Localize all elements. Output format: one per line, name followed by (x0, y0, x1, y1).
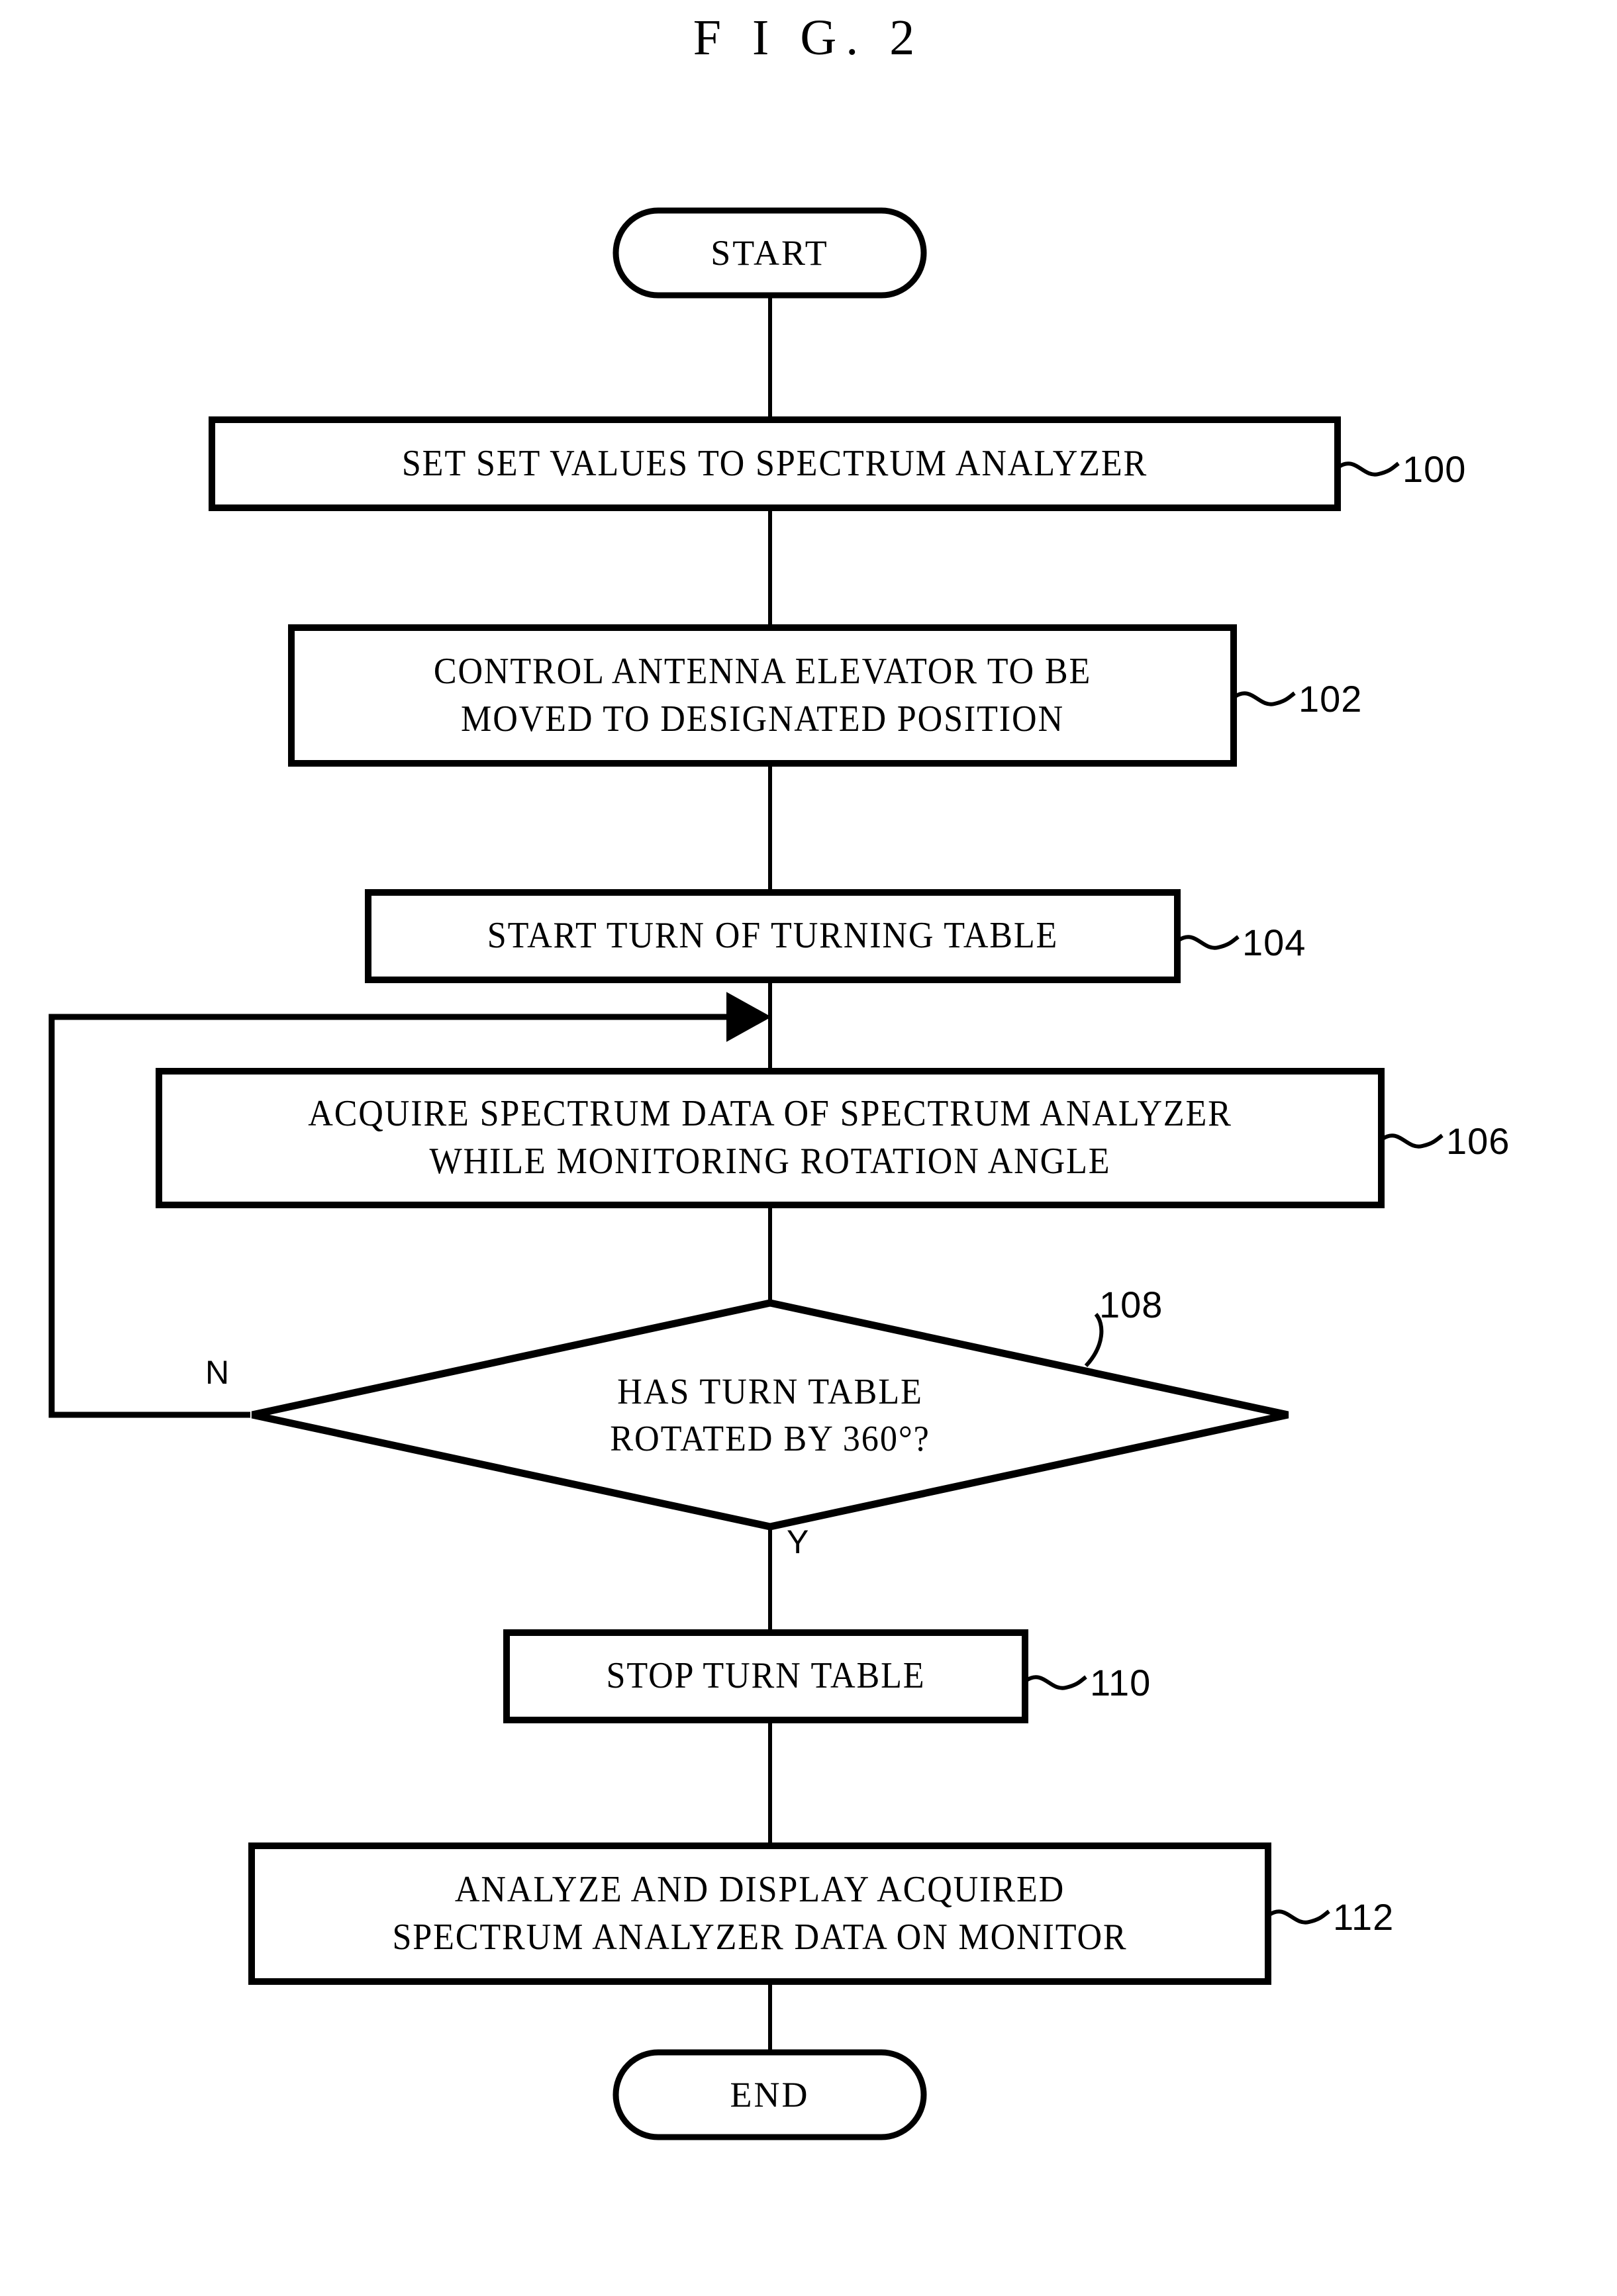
flowchart-canvas (48, 207, 1444, 2140)
ref-leader-102 (1234, 691, 1296, 706)
ref-number-104: 104 (1242, 922, 1306, 963)
ref-leader-100 (1338, 461, 1400, 477)
end-terminator-shape (612, 2049, 927, 2140)
step-110-shape (503, 1629, 1028, 1723)
decision-108-shape (251, 1299, 1289, 1531)
step-104-shape (365, 889, 1181, 983)
step-100-shape (209, 416, 1341, 511)
ref-leader-112 (1268, 1909, 1330, 1925)
figure-page: F I G. 2 START SET SET VALUES TO SPECTRU… (0, 0, 1617, 2296)
step-112-shape (248, 1842, 1271, 1985)
ref-number-108: 108 (1099, 1284, 1163, 1325)
ref-leader-106 (1381, 1133, 1444, 1149)
ref-number-102: 102 (1298, 678, 1363, 720)
ref-number-100: 100 (1402, 448, 1467, 490)
loop-back-arrowhead (726, 992, 772, 1042)
step-106-shape (156, 1068, 1385, 1208)
ref-leader-104 (1177, 935, 1240, 950)
ref-number-106: 106 (1446, 1120, 1510, 1162)
start-terminator-shape (612, 207, 927, 299)
ref-number-112: 112 (1333, 1896, 1395, 1938)
ref-leader-110 (1025, 1675, 1087, 1690)
branch-label-no: N (205, 1354, 230, 1391)
branch-label-yes: Y (787, 1523, 809, 1560)
step-102-shape (288, 624, 1237, 767)
ref-number-110: 110 (1090, 1662, 1152, 1703)
